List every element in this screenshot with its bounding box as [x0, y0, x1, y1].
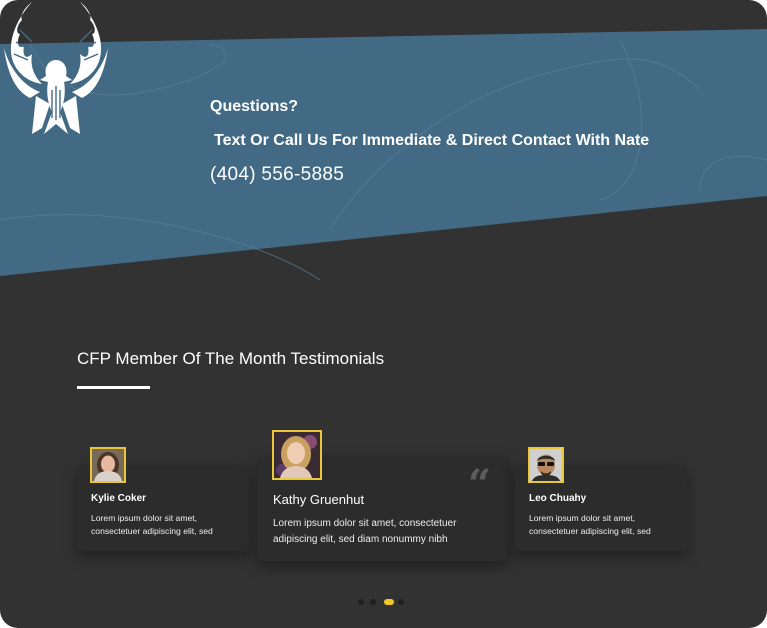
- contact-phone-link[interactable]: (404) 556-5885: [210, 164, 344, 186]
- avatar-kathy: [274, 432, 320, 478]
- contact-description: Text Or Call Us For Immediate & Direct C…: [214, 132, 650, 149]
- phoenix-logo-icon: [4, 2, 108, 134]
- contact-banner: Questions? Text Or Call Us For Immediate…: [0, 0, 767, 300]
- avatar-kylie: [92, 449, 124, 481]
- testimonials-heading: CFP Member Of The Month Testimonials: [77, 349, 385, 368]
- quote-icon: “: [468, 461, 492, 508]
- testimonial-text: Lorem ipsum dolor sit amet, consectetuer…: [273, 518, 457, 545]
- carousel-dot-3-active[interactable]: [384, 599, 394, 605]
- avatar: [90, 447, 126, 483]
- heading-underline: [77, 386, 150, 389]
- testimonial-text: Lorem ipsum dolor sit amet, consectetuer…: [91, 513, 213, 537]
- banner-background: [0, 29, 767, 281]
- carousel-dot-1[interactable]: [358, 599, 364, 605]
- contact-title: Questions?: [210, 98, 299, 115]
- page-frame: Questions? Text Or Call Us For Immediate…: [0, 0, 767, 628]
- avatar: [272, 430, 322, 480]
- testimonial-name: Leo Chuahy: [529, 493, 587, 504]
- carousel-dot-4[interactable]: [398, 599, 404, 605]
- testimonial-name: Kylie Coker: [91, 493, 147, 504]
- testimonial-name: Kathy Gruenhut: [273, 492, 365, 507]
- avatar: [528, 447, 564, 483]
- avatar-leo: [530, 449, 562, 481]
- carousel-dot-2[interactable]: [370, 599, 376, 605]
- testimonial-text: Lorem ipsum dolor sit amet, consectetuer…: [529, 513, 651, 537]
